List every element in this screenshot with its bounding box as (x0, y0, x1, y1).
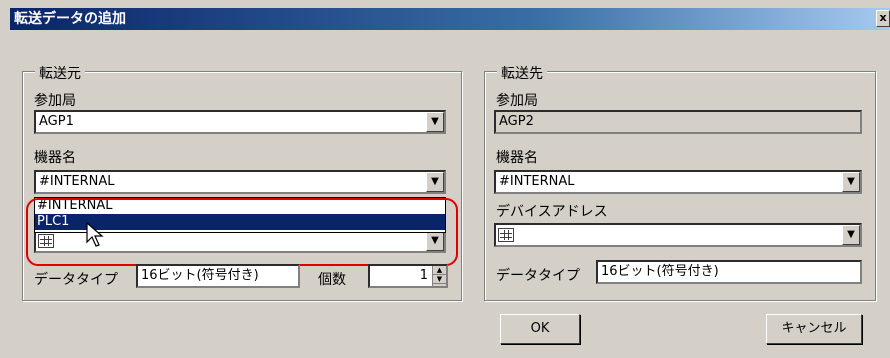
dest-device-label: 機器名 (496, 150, 538, 166)
source-datatype-field[interactable]: 16ビット(符号付き) (136, 264, 300, 288)
close-button[interactable]: x (876, 10, 890, 27)
close-icon: x (879, 11, 887, 24)
source-count-label: 個数 (318, 272, 346, 288)
add-transfer-data-dialog: 転送データの追加 x 転送元 参加局 AGP1 ▼ 機器名 #INTERNAL … (0, 0, 890, 358)
dest-datatype-label: データタイプ (496, 268, 580, 284)
source-device-label: 機器名 (34, 150, 76, 166)
source-station-value: AGP1 (39, 114, 74, 129)
dest-datatype-value: 16ビット(符号付き) (601, 264, 719, 279)
source-device-value: #INTERNAL (39, 174, 115, 189)
chevron-down-icon[interactable]: ▼ (842, 172, 860, 192)
spinner-icon[interactable]: ▲ ▼ (432, 266, 446, 286)
chevron-down-icon[interactable]: ▼ (426, 172, 444, 192)
chevron-down-icon[interactable]: ▼ (426, 112, 444, 132)
address-input-icon[interactable] (498, 228, 514, 242)
source-station-label: 参加局 (34, 93, 76, 109)
dialog-title: 転送データの追加 (14, 11, 126, 27)
source-station-select[interactable]: AGP1 ▼ (34, 110, 446, 134)
destination-group-label: 転送先 (497, 63, 547, 83)
mouse-pointer-icon (86, 222, 104, 247)
source-datatype-value: 16ビット(符号付き) (141, 268, 259, 283)
source-count-stepper[interactable]: 1 ▲ ▼ (368, 264, 448, 288)
ok-button[interactable]: OK (500, 314, 580, 344)
cancel-button[interactable]: キャンセル (766, 314, 862, 344)
source-device-select[interactable]: #INTERNAL ▼ (34, 170, 446, 194)
dest-device-select[interactable]: #INTERNAL ▼ (494, 170, 862, 194)
dest-station-label: 参加局 (496, 93, 538, 109)
dest-datatype-field[interactable]: 16ビット(符号付き) (596, 260, 862, 284)
dest-device-value: #INTERNAL (499, 174, 575, 189)
dest-address-label: デバイスアドレス (496, 204, 608, 220)
chevron-down-icon[interactable]: ▼ (842, 225, 860, 245)
source-group-label: 転送元 (35, 63, 85, 83)
dest-station-value: AGP2 (499, 114, 534, 129)
dest-address-field[interactable]: ▼ (494, 223, 862, 247)
title-bar[interactable]: 転送データの追加 x (10, 8, 890, 30)
source-count-value: 1 (419, 268, 428, 283)
source-datatype-label: データタイプ (34, 272, 118, 288)
dest-station-field: AGP2 (494, 110, 862, 134)
